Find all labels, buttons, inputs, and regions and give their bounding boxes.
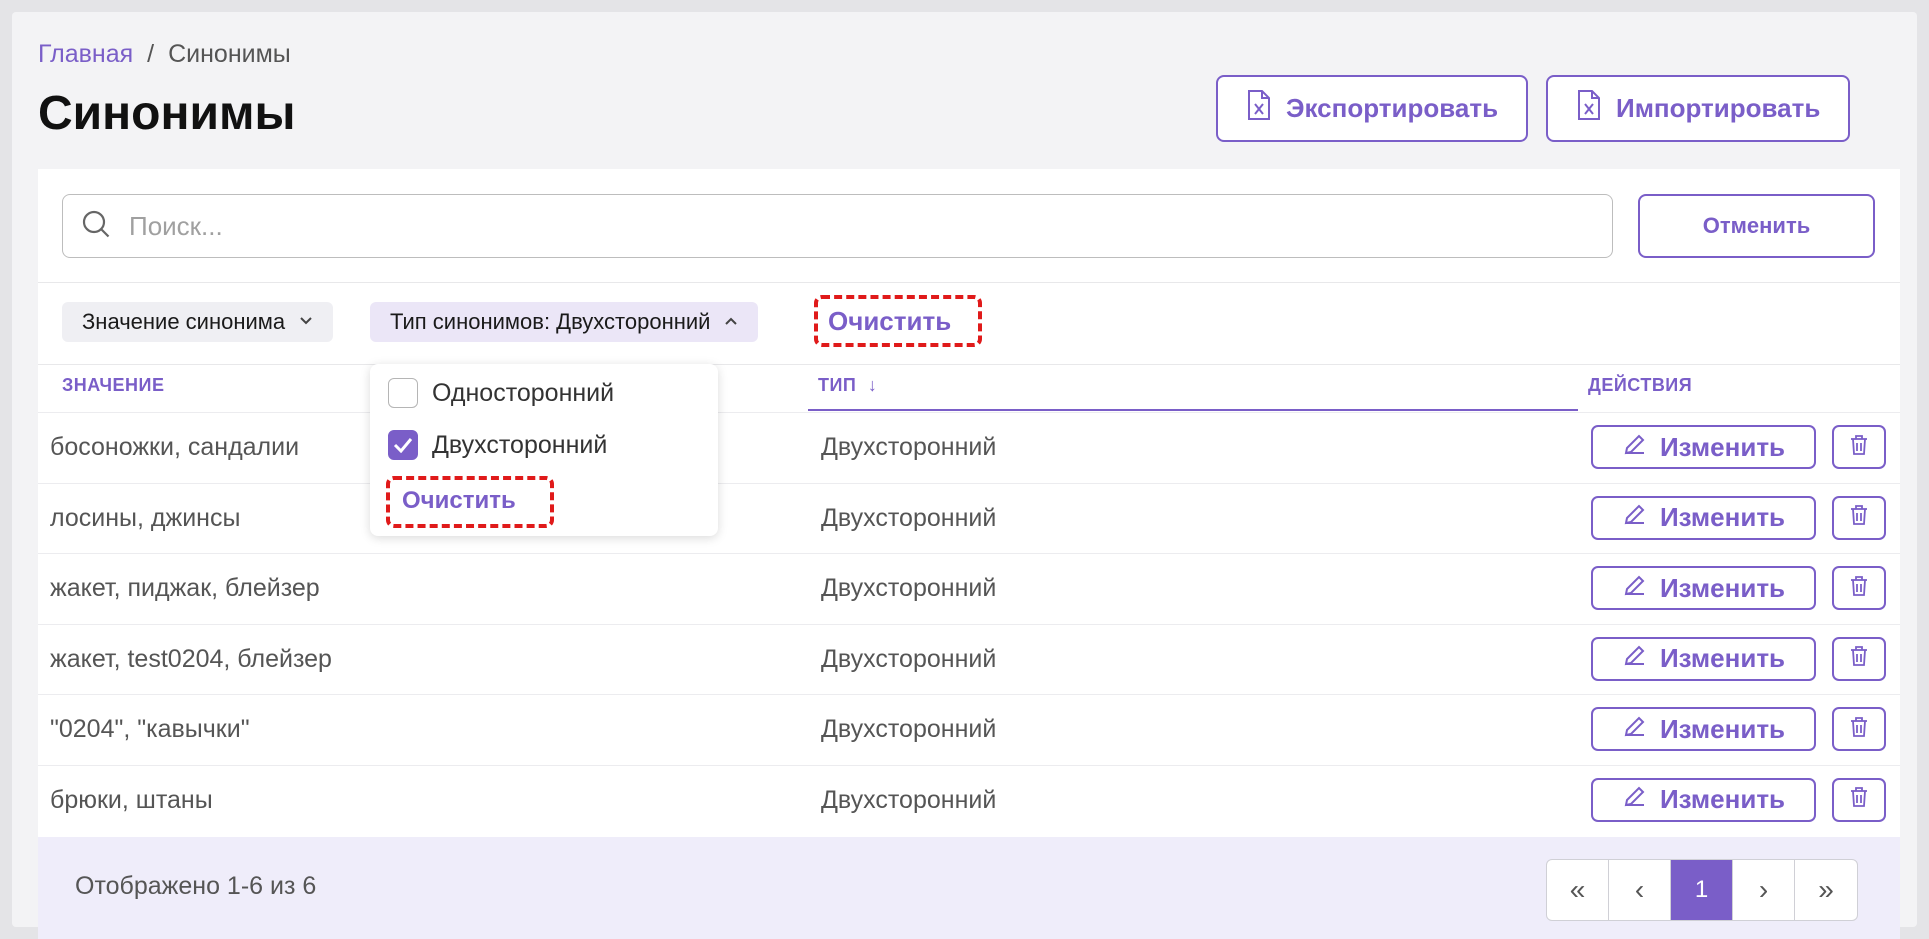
column-header-type-label: ТИП [818,375,857,395]
export-button-label: Экспортировать [1286,93,1499,123]
synonym-value-cell: жакет, пиджак, блейзер [50,574,320,602]
trash-icon [1847,574,1871,603]
pencil-icon [1622,431,1648,464]
synonym-type-cell: Двухсторонний [821,433,997,461]
last-page-button[interactable]: » [1795,860,1857,920]
filter-synonym-type-label: Тип синонимов: Двухсторонний [390,309,711,334]
pencil-icon [1622,501,1648,534]
trash-icon [1847,715,1871,744]
edit-button[interactable]: Изменить [1591,425,1816,469]
breadcrumb-separator: / [147,40,155,68]
edit-button[interactable]: Изменить [1591,777,1816,822]
table-row: жакет, test0204, блейзер Двухсторонний Изм… [38,623,1900,694]
pencil-icon [1622,572,1648,605]
edit-button[interactable]: Изменить [1591,636,1816,681]
search-icon [81,209,129,244]
search-field[interactable] [62,194,1613,258]
first-page-button[interactable]: « [1547,860,1609,920]
next-page-button[interactable]: › [1733,860,1795,920]
pagination: « ‹ 1 › » [1546,859,1858,921]
synonyms-panel: Отменить Значение синонима Тип синонимов… [38,169,1900,939]
filter-synonym-value-label: Значение синонима [82,309,286,334]
synonym-value-cell: "0204", "кавычки" [50,715,250,743]
option-two-way-label: Двухсторонний [432,430,608,459]
synonym-type-cell: Двухсторонний [821,503,997,532]
prev-page-button[interactable]: ‹ [1609,860,1671,920]
sort-column-underline [808,409,1578,411]
edit-button-label: Изменить [1659,713,1786,744]
divider [38,364,1900,365]
edit-button-label: Изменить [1659,572,1786,603]
synonym-value-cell: лосины, джинсы [50,503,241,532]
edit-button[interactable]: Изменить [1591,566,1816,610]
export-button[interactable]: Экспортировать [1216,75,1529,142]
chevron-down-icon [299,313,313,331]
checkmark-icon [393,438,413,453]
delete-button[interactable] [1832,777,1886,822]
excel-file-icon [1576,89,1602,128]
synonym-type-dropdown: Односторонний Двухсторонний Очистить [370,364,718,536]
table-row: "0204", "кавычки" Двухсторонний Изменить [38,694,1900,764]
trash-icon [1847,433,1871,462]
edit-button[interactable]: Изменить [1591,495,1816,540]
app-frame: Главная / Синонимы Синонимы Экспортирова… [12,12,1917,939]
page-button-current[interactable]: 1 [1671,860,1733,920]
synonym-value-cell: брюки, штаны [50,785,213,814]
page-title: Синонимы [38,87,296,140]
import-button[interactable]: Импортировать [1546,75,1851,142]
pagination-summary: Отображено 1-6 из 6 [75,872,317,900]
table-row: лосины, джинсы Двухсторонний Изменить [38,482,1900,553]
search-input[interactable] [129,210,1529,242]
delete-button[interactable] [1832,495,1886,540]
highlight-annotation [386,476,554,528]
filter-synonym-value[interactable]: Значение синонима [62,302,334,342]
highlight-annotation [814,295,982,347]
synonym-type-cell: Двухсторонний [821,644,997,673]
edit-button-label: Изменить [1659,784,1786,814]
table-row: босоножки, сандалии Двухсторонний Изменить [38,412,1900,482]
synonym-type-cell: Двухсторонний [821,785,997,814]
edit-button-label: Изменить [1659,431,1786,462]
trash-icon [1847,503,1871,532]
checkbox-one-way[interactable] [388,378,418,408]
breadcrumb-home-link[interactable]: Главная [38,40,133,69]
table-row: брюки, штаны Двухсторонний Изменить [38,764,1900,835]
trash-icon [1847,785,1871,814]
import-button-label: Импортировать [1616,93,1821,123]
edit-button-label: Изменить [1659,643,1786,673]
synonym-value-cell: босоножки, сандалии [50,433,300,461]
column-header-value[interactable]: ЗНАЧЕНИЕ [62,375,165,396]
delete-button[interactable] [1832,425,1886,469]
synonym-type-cell: Двухсторонний [821,574,997,602]
table-row: жакет, пиджак, блейзер Двухсторонний Измен… [38,553,1900,623]
delete-button[interactable] [1832,636,1886,681]
column-header-type[interactable]: ТИП ↓ [818,375,877,396]
pencil-icon [1622,642,1648,675]
cancel-button[interactable]: Отменить [1638,194,1875,258]
excel-file-icon [1246,89,1272,128]
synonym-value-cell: жакет, test0204, блейзер [50,644,332,673]
delete-button[interactable] [1832,566,1886,610]
trash-icon [1847,644,1871,673]
filter-synonym-type[interactable]: Тип синонимов: Двухсторонний [370,302,759,342]
chevron-up-icon [724,313,738,331]
sort-arrow-icon: ↓ [867,375,878,395]
checkbox-two-way[interactable] [388,430,418,460]
breadcrumb: Главная / Синонимы [38,40,291,69]
edit-button[interactable]: Изменить [1591,707,1816,751]
pencil-icon [1622,713,1648,746]
divider [38,282,1900,283]
table-footer: Отображено 1-6 из 6 « ‹ 1 › » [38,837,1900,939]
option-two-way[interactable]: Двухсторонний [388,430,607,460]
breadcrumb-current: Синонимы [168,40,291,68]
pencil-icon [1622,783,1648,816]
synonym-type-cell: Двухсторонний [821,715,997,743]
column-header-actions: ДЕЙСТВИЯ [1588,375,1693,395]
delete-button[interactable] [1832,707,1886,751]
option-one-way[interactable]: Односторонний [388,378,614,408]
edit-button-label: Изменить [1659,502,1786,532]
option-one-way-label: Односторонний [432,378,615,407]
